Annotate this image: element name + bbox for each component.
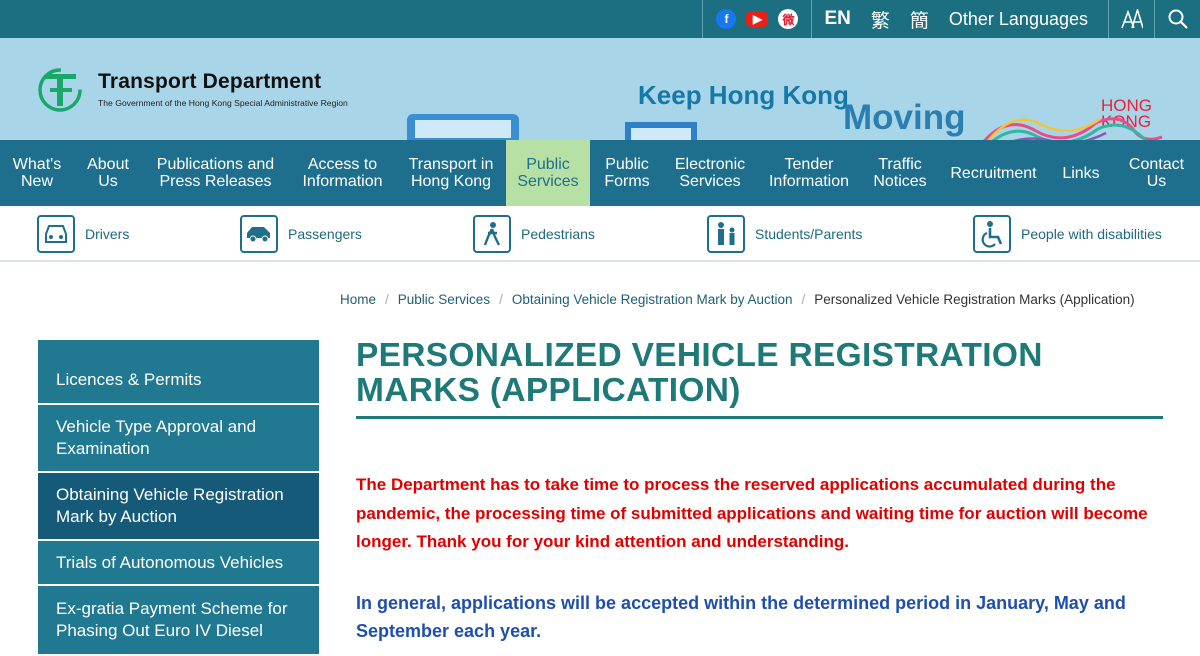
nav-publications[interactable]: Publications and Press Releases [142,140,289,206]
sidebar-item-vehicle-type-approval[interactable]: Vehicle Type Approval and Examination [38,405,319,473]
breadcrumb: Home / Public Services / Obtaining Vehic… [340,292,1135,307]
site-header: Transport Department The Government of t… [0,38,1200,140]
top-utility-bar: f ▶ 微 EN 繁 簡 Other Languages [0,0,1200,38]
slogan-line-2: Moving [843,98,966,137]
sidebar-menu: Licences & Permits Vehicle Type Approval… [38,340,319,656]
audience-pedestrians[interactable]: Pedestrians [473,215,595,253]
nav-recruitment[interactable]: Recruitment [938,140,1049,206]
audience-passengers[interactable]: Passengers [240,215,362,253]
nav-links[interactable]: Links [1049,140,1113,206]
processing-time-notice: The Department has to take time to proce… [356,475,1148,551]
lang-en-link[interactable]: EN [824,8,850,30]
nav-contact-us[interactable]: Contact Us [1113,140,1200,206]
application-period-notice: In general, applications will be accepte… [356,592,1126,641]
nav-traffic-notices[interactable]: Traffic Notices [862,140,938,206]
audience-students-parents[interactable]: Students/Parents [707,215,862,253]
facebook-icon[interactable]: f [716,9,737,29]
breadcrumb-separator: / [499,292,503,307]
td-logo-link[interactable]: Transport Department The Government of t… [36,66,348,112]
main-content: PERSONALIZED VEHICLE REGISTRATION MARKS … [356,338,1163,645]
car-front-icon [37,215,75,253]
youtube-icon[interactable]: ▶ [746,11,769,27]
page-title: PERSONALIZED VEHICLE REGISTRATION MARKS … [356,338,1163,419]
car-side-icon [240,215,278,253]
vehicles-banner-illustration [407,114,697,140]
family-icon [707,215,745,253]
brand-hong-kong-logo: HONG KONG [983,96,1163,140]
breadcrumb-obtaining-vrm[interactable]: Obtaining Vehicle Registration Mark by A… [512,292,793,307]
td-logo-icon [38,68,82,112]
audience-drivers-label: Drivers [85,226,130,242]
breadcrumb-current: Personalized Vehicle Registration Marks … [814,292,1135,307]
breadcrumb-home[interactable]: Home [340,292,376,307]
audience-drivers[interactable]: Drivers [37,215,129,253]
department-name: Transport Department [98,70,322,93]
nav-transport-in-hk[interactable]: Transport in Hong Kong [396,140,506,206]
font-size-button[interactable] [1108,0,1154,38]
sidebar-item-licences-permits[interactable]: Licences & Permits [38,340,319,405]
social-links: f ▶ 微 [702,0,811,38]
breadcrumb-separator: / [801,292,806,307]
lang-sc-link[interactable]: 簡 [910,6,929,33]
search-button[interactable] [1154,0,1200,38]
audience-people-with-disabilities-label: People with disabilities [1021,226,1162,242]
main-navigation: What's New About Us Publications and Pre… [0,140,1200,206]
sidebar-item-autonomous-vehicles[interactable]: Trials of Autonomous Vehicles [38,541,319,586]
weibo-icon[interactable]: 微 [778,9,799,29]
government-name: The Government of the Hong Kong Special … [98,98,348,108]
nav-electronic-services[interactable]: Electronic Services [664,140,756,206]
audience-bar: Drivers Passengers Pedestrians Students/… [0,206,1200,262]
audience-passengers-label: Passengers [288,226,362,242]
other-languages-link[interactable]: Other Languages [949,9,1088,30]
lang-tc-link[interactable]: 繁 [871,6,890,33]
wheelchair-icon [973,215,1011,253]
font-size-icon [1120,9,1143,29]
nav-about-us[interactable]: About Us [74,140,142,206]
nav-whats-new[interactable]: What's New [0,140,74,206]
pedestrian-icon [473,215,511,253]
slogan-line-1: Keep Hong Kong [638,80,849,110]
audience-people-with-disabilities[interactable]: People with disabilities [973,215,1162,253]
nav-public-forms[interactable]: Public Forms [590,140,664,206]
breadcrumb-public-services[interactable]: Public Services [398,292,490,307]
sidebar-item-ex-gratia-payment[interactable]: Ex-gratia Payment Scheme for Phasing Out… [38,586,319,656]
search-icon [1168,9,1188,29]
nav-public-services[interactable]: Public Services [506,140,590,206]
nav-tender-information[interactable]: Tender Information [756,140,862,206]
breadcrumb-separator: / [385,292,389,307]
sidebar-item-obtaining-vrm[interactable]: Obtaining Vehicle Registration Mark by A… [38,473,319,541]
audience-pedestrians-label: Pedestrians [521,226,595,242]
audience-students-parents-label: Students/Parents [755,226,863,242]
language-switcher: EN 繁 簡 Other Languages [811,0,1108,38]
nav-access-to-information[interactable]: Access to Information [289,140,396,206]
